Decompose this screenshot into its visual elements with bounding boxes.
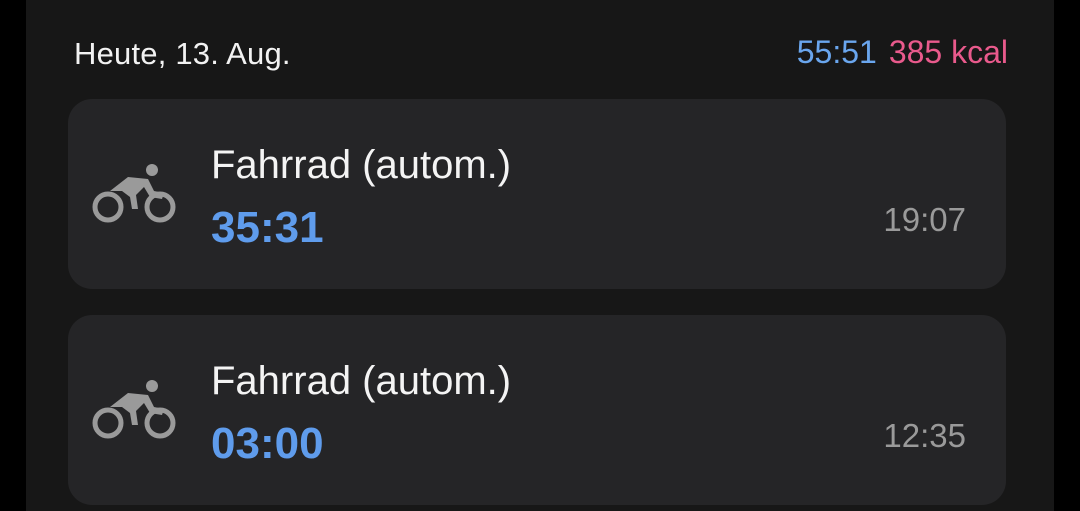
activity-duration: 35:31 [211, 203, 324, 252]
activity-card[interactable]: Fahrrad (autom.) 35:31 19:07 [68, 99, 1006, 289]
day-totals: 55:51 385 kcal [797, 34, 1008, 71]
activity-start-time: 12:35 [883, 417, 966, 454]
total-calories: 385 kcal [888, 34, 1008, 70]
bicycle-icon [92, 380, 176, 439]
activity-start-time: 19:07 [883, 201, 966, 238]
bicycle-icon [92, 164, 176, 223]
total-duration: 55:51 [796, 34, 877, 70]
activity-duration: 03:00 [211, 419, 324, 468]
activity-card[interactable]: Fahrrad (autom.) 03:00 12:35 [68, 315, 1006, 505]
activity-title: Fahrrad (autom.) [211, 143, 512, 187]
day-summary-header: Heute, 13. Aug. 55:51 385 kcal [74, 30, 1008, 80]
activity-list-panel: Heute, 13. Aug. 55:51 385 kcal Fahrrad (a… [26, 0, 1054, 511]
activity-title: Fahrrad (autom.) [211, 359, 512, 403]
day-date-label: Heute, 13. Aug. [74, 36, 291, 71]
